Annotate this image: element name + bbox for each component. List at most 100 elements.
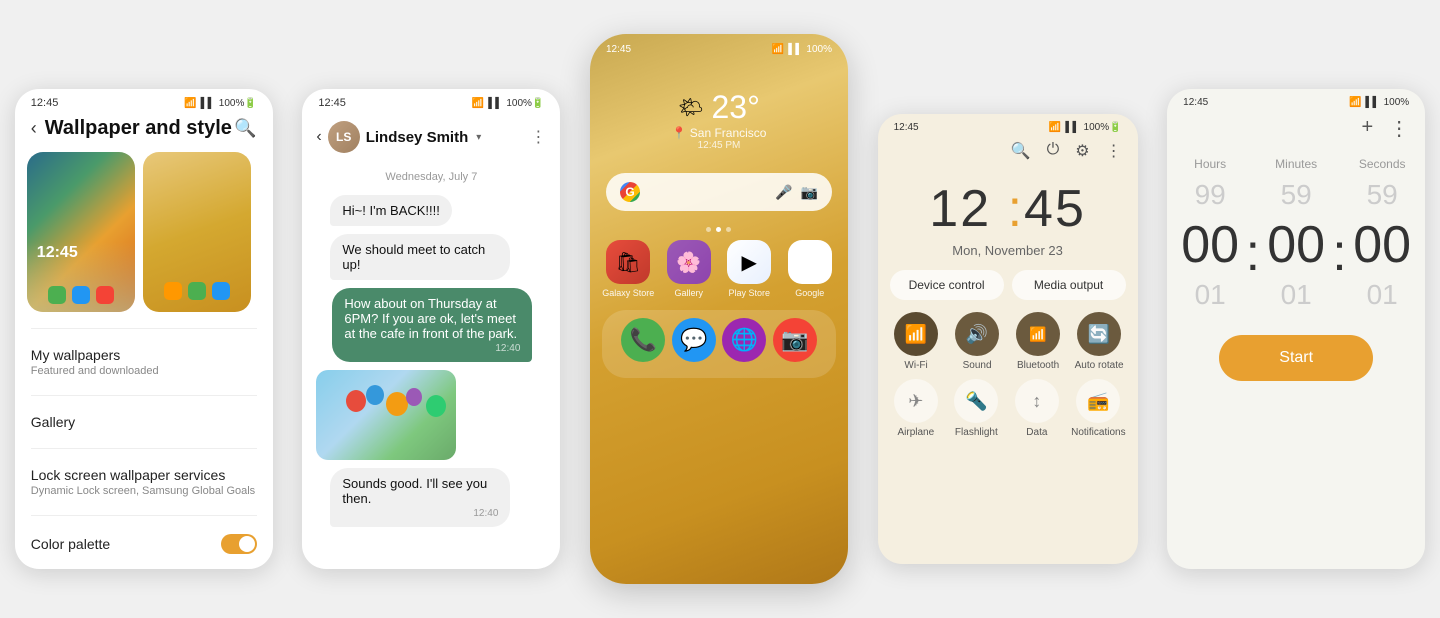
minutes-main[interactable]: 00 xyxy=(1253,215,1339,275)
app-google[interactable]: Google xyxy=(783,240,836,298)
data-tile-label: Data xyxy=(1026,427,1047,438)
search-bar[interactable]: G 🎤 📷 xyxy=(606,173,832,211)
bubble-meet: We should meet to catch up! xyxy=(316,230,546,284)
dock-phone-icon[interactable]: 📞 xyxy=(621,318,665,362)
wallpaper-thumb-2[interactable] xyxy=(143,152,251,312)
qs-date: Mon, November 23 xyxy=(878,243,1138,270)
dock-browser-icon[interactable]: 🌐 xyxy=(722,318,766,362)
message-header: ‹ LS Lindsey Smith ▾ ⋮ xyxy=(302,113,560,163)
home-time: 12:45 xyxy=(606,44,631,55)
qs-status-icons: 📶 ▌▌ 100%🔋 xyxy=(1049,122,1122,133)
signal-icon: ▌▌ xyxy=(201,98,215,109)
divider-3 xyxy=(31,448,257,449)
qs-time: 12:45 xyxy=(894,122,919,133)
qs-tile-wifi[interactable]: 📶 Wi-Fi xyxy=(890,312,943,371)
qs-clock: 12 :45 xyxy=(878,169,1138,243)
home-signal-icon: ▌▌ xyxy=(788,44,802,55)
mic-icon[interactable]: 🎤 xyxy=(775,184,792,201)
minutes-label: Minutes xyxy=(1253,157,1339,171)
qs-controls: 🔍 ⏻ ⚙ ⋮ xyxy=(878,137,1138,169)
start-button[interactable]: Start xyxy=(1219,335,1373,381)
wifi-icon: 📶 xyxy=(184,98,196,109)
qs-tile-airplane[interactable]: ✈ Airplane xyxy=(890,379,943,438)
battery-icon-p2: 100%🔋 xyxy=(506,98,544,109)
qs-tile-bluetooth[interactable]: 📶 Bluetooth xyxy=(1012,312,1065,371)
qs-time-display: 12 :45 xyxy=(878,179,1138,239)
dock-camera-icon[interactable]: 📷 xyxy=(773,318,817,362)
time-p2: 12:45 xyxy=(318,97,346,109)
battery-icon: 100%🔋 xyxy=(219,98,257,109)
bubble-received-2: We should meet to catch up! xyxy=(330,234,510,280)
wallpaper-previews: 12:45 xyxy=(15,152,273,324)
color-palette-toggle[interactable] xyxy=(221,534,257,554)
status-icons-p1: 📶 ▌▌ 100%🔋 xyxy=(184,98,257,109)
wifi-tile-label: Wi-Fi xyxy=(904,360,927,371)
google-logo: G xyxy=(620,182,640,202)
messages-panel: 12:45 📶 ▌▌ 100%🔋 ‹ LS Lindsey Smith ▾ ⋮ … xyxy=(302,89,560,569)
weather-widget[interactable]: 🌤 23° 📍 San Francisco 12:45 PM xyxy=(590,59,848,161)
app-dock: 📞 💬 🌐 📷 xyxy=(602,310,836,378)
wifi-icon-p2: 📶 xyxy=(472,98,484,109)
lens-icon[interactable]: 📷 xyxy=(801,184,818,201)
menu-color-palette[interactable]: Color palette xyxy=(15,520,273,568)
qs-tile-autorotate[interactable]: 🔄 Auto rotate xyxy=(1073,312,1126,371)
qs-tile-flashlight[interactable]: 🔦 Flashlight xyxy=(950,379,1003,438)
gallery-icon: 🌸 xyxy=(667,240,711,284)
device-control-button[interactable]: Device control xyxy=(890,270,1004,300)
notifications-tile-icon: 📻 xyxy=(1076,379,1120,423)
dot-1 xyxy=(706,227,711,232)
timer-more-icon[interactable]: ⋮ xyxy=(1389,116,1409,141)
timer-status-icons: 📶 ▌▌ 100% xyxy=(1349,97,1409,108)
qs-tile-data[interactable]: ↕ Data xyxy=(1011,379,1064,438)
media-output-button[interactable]: Media output xyxy=(1012,270,1126,300)
add-timer-icon[interactable]: + xyxy=(1361,116,1373,141)
qs-power-icon[interactable]: ⏻ xyxy=(1047,141,1060,161)
wifi-tile-icon: 📶 xyxy=(894,312,938,356)
menu-lock-screen[interactable]: Lock screen wallpaper services Dynamic L… xyxy=(15,453,273,511)
menu-my-wallpapers[interactable]: My wallpapers Featured and downloaded xyxy=(15,333,273,391)
qs-search-icon[interactable]: 🔍 xyxy=(1011,141,1031,161)
more-icon[interactable]: ⋮ xyxy=(530,127,546,147)
wallpaper-thumb-1[interactable]: 12:45 xyxy=(27,152,135,312)
bubble-time-2: 12:40 xyxy=(342,508,498,519)
status-bar-p2: 12:45 📶 ▌▌ 100%🔋 xyxy=(302,89,560,113)
hours-prev: 99 xyxy=(1167,179,1253,211)
airplane-tile-label: Airplane xyxy=(897,427,934,438)
wallpaper-style-panel: 12:45 📶 ▌▌ 100%🔋 ‹ Wallpaper and style 🔍… xyxy=(15,89,273,569)
dock-messages-icon[interactable]: 💬 xyxy=(672,318,716,362)
qs-more-icon[interactable]: ⋮ xyxy=(1106,141,1122,161)
weather-icon: 🌤 xyxy=(678,95,703,120)
back-icon[interactable]: ‹ xyxy=(31,118,37,139)
app-gallery[interactable]: 🌸 Gallery xyxy=(662,240,715,298)
app-play-store[interactable]: ▶ Play Store xyxy=(723,240,776,298)
sound-tile-label: Sound xyxy=(963,360,992,371)
app-label-galaxy: Galaxy Store xyxy=(602,288,654,298)
seconds-main[interactable]: 00 xyxy=(1339,215,1425,275)
hours-label: Hours xyxy=(1167,157,1253,171)
hours-main[interactable]: 00 xyxy=(1167,215,1253,275)
qs-wifi-icon: 📶 xyxy=(1049,122,1061,133)
timer-header: + ⋮ xyxy=(1167,112,1425,149)
qs-colon: : xyxy=(991,180,1024,238)
hours-next: 01 xyxy=(1167,279,1253,311)
timer-start-area: Start xyxy=(1167,315,1425,381)
home-status-icons: 📶 ▌▌ 100% xyxy=(772,44,832,55)
search-icon[interactable]: 🔍 xyxy=(234,118,256,139)
qs-action-buttons: Device control Media output xyxy=(878,270,1138,312)
qs-settings-icon[interactable]: ⚙ xyxy=(1075,141,1089,161)
app-grid: 🛍 Galaxy Store 🌸 Gallery ▶ Play Store Go… xyxy=(590,236,848,310)
back-icon-msg[interactable]: ‹ xyxy=(316,128,321,146)
play-store-icon: ▶ xyxy=(727,240,771,284)
qs-tile-notifications[interactable]: 📻 Notifications xyxy=(1071,379,1125,438)
avatar: LS xyxy=(328,121,360,153)
minutes-next: 01 xyxy=(1253,279,1339,311)
seconds-label: Seconds xyxy=(1339,157,1425,171)
data-tile-icon: ↕ xyxy=(1015,379,1059,423)
app-galaxy-store[interactable]: 🛍 Galaxy Store xyxy=(602,240,655,298)
qs-hours: 12 xyxy=(929,180,991,238)
page-title: Wallpaper and style xyxy=(45,117,232,140)
thumb1-clock: 12:45 xyxy=(37,244,78,262)
autorotate-tile-label: Auto rotate xyxy=(1075,360,1124,371)
menu-gallery[interactable]: Gallery xyxy=(15,400,273,444)
qs-tile-sound[interactable]: 🔊 Sound xyxy=(951,312,1004,371)
